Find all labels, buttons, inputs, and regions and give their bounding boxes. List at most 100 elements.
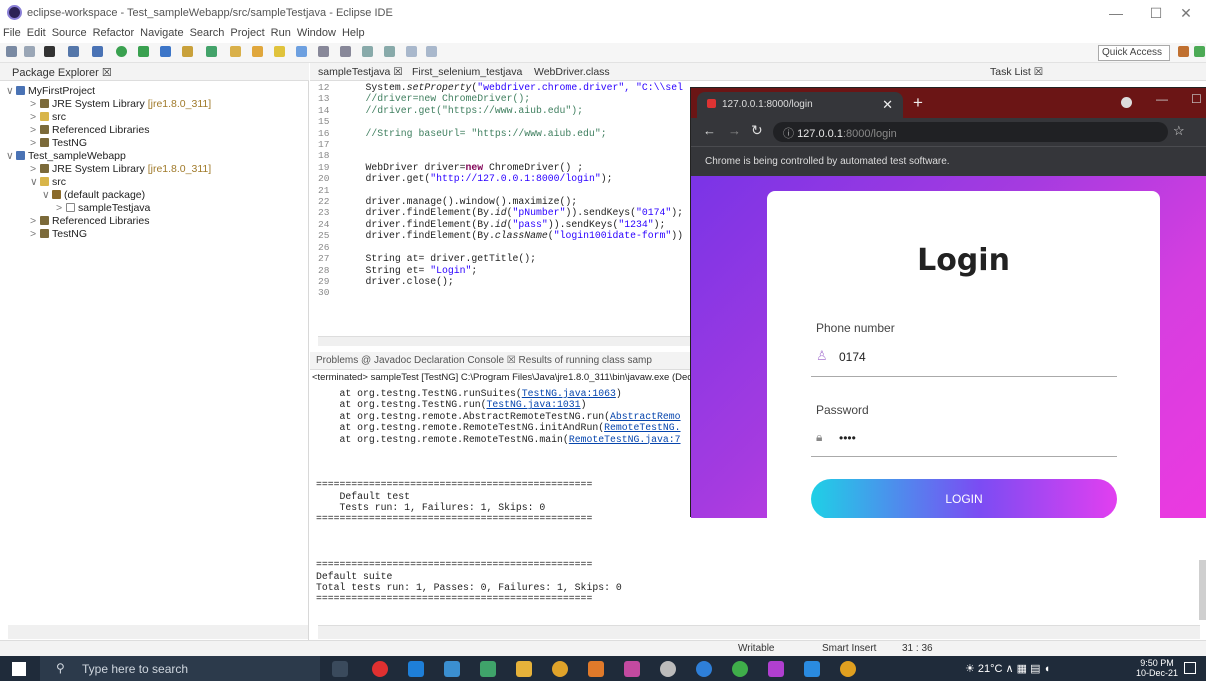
tray-chevron-icon[interactable]: ∧: [1003, 663, 1017, 675]
chrome-icon[interactable]: [732, 661, 748, 677]
forward-arrow-icon[interactable]: →: [728, 123, 741, 138]
start-windows-icon[interactable]: [12, 662, 26, 676]
browser-minimize-button[interactable]: —: [1156, 92, 1168, 106]
volume-icon[interactable]: ◖: [1044, 663, 1051, 675]
url-input[interactable]: ⓘ 127.0.0.1:8000/login: [773, 122, 1168, 142]
close-button[interactable]: ✕: [1166, 2, 1206, 24]
console-tab-bar[interactable]: Problems @ Javadoc Declaration Console ☒…: [310, 352, 692, 370]
tab-sampletestjava[interactable]: sampleTestjava ☒: [318, 66, 403, 78]
tree-item-myfirstproject[interactable]: ∨ MyFirstProject: [6, 85, 95, 97]
menu-window[interactable]: Window: [294, 26, 339, 40]
menu-file[interactable]: File: [0, 26, 24, 40]
package-explorer-title[interactable]: Package Explorer ☒: [12, 66, 112, 79]
menu-source[interactable]: Source: [49, 26, 90, 40]
tab-close-icon[interactable]: ✕: [882, 97, 893, 113]
prev-annotation-icon[interactable]: [384, 46, 395, 57]
new-icon[interactable]: [6, 46, 17, 57]
tree-item-reflibs-1[interactable]: > Referenced Libraries: [30, 124, 149, 136]
vlc-icon[interactable]: [588, 661, 604, 677]
package-icon: [52, 190, 61, 199]
mark-occurrences-icon[interactable]: [296, 46, 307, 57]
system-tray[interactable]: ☀ 21°C ∧ ▦ ▤ ◖: [965, 662, 1050, 675]
next-annotation-icon[interactable]: [362, 46, 373, 57]
menu-edit[interactable]: Edit: [24, 26, 49, 40]
vscode-icon[interactable]: [804, 661, 820, 677]
profile-icon[interactable]: [1121, 97, 1132, 108]
chrome-dev-icon[interactable]: [840, 661, 856, 677]
block-selection-icon[interactable]: [340, 46, 351, 57]
app-icon-2[interactable]: [768, 661, 784, 677]
app-icon-1[interactable]: [480, 661, 496, 677]
external-tools-icon[interactable]: [160, 46, 171, 57]
tab-first-selenium-testjava[interactable]: First_selenium_testjava: [412, 66, 522, 78]
taskbar-clock[interactable]: 9:50 PM 10-Dec-21: [1136, 658, 1178, 678]
chrome-window: 127.0.0.1:8000/login ✕ + — ☐ ← → ↻ ⓘ 127…: [690, 87, 1206, 518]
bookmark-star-icon[interactable]: ☆: [1173, 123, 1185, 139]
info-icon[interactable]: ⓘ: [783, 128, 797, 140]
forward-icon[interactable]: [426, 46, 437, 57]
tree-item-test-samplewebapp[interactable]: ∨ Test_sampleWebapp: [6, 150, 126, 162]
java-perspective-icon[interactable]: [1178, 46, 1189, 57]
editor-horizontal-scrollbar[interactable]: [318, 336, 690, 346]
terminal-icon[interactable]: [68, 46, 79, 57]
menu-search[interactable]: Search: [187, 26, 228, 40]
files-icon[interactable]: [444, 661, 460, 677]
edge-icon[interactable]: [408, 661, 424, 677]
annotation-icon[interactable]: [274, 46, 285, 57]
phone-input[interactable]: 0174: [839, 350, 866, 364]
settings-icon[interactable]: [660, 661, 676, 677]
menu-help[interactable]: Help: [339, 26, 368, 40]
browser-maximize-button[interactable]: ☐: [1191, 92, 1202, 106]
tree-item-jre-2[interactable]: > JRE System Library [jre1.8.0_311]: [30, 163, 211, 175]
quick-access-input[interactable]: Quick Access: [1098, 45, 1170, 61]
run-icon[interactable]: [116, 46, 127, 57]
package-explorer-scrollbar[interactable]: [8, 625, 308, 639]
menu-navigate[interactable]: Navigate: [137, 26, 186, 40]
tree-item-jre-1[interactable]: > JRE System Library [jre1.8.0_311]: [30, 98, 211, 110]
reload-icon[interactable]: ↻: [751, 122, 763, 139]
opera-icon[interactable]: [372, 661, 388, 677]
lock-icon: 🔒︎: [816, 430, 823, 444]
new-package-icon[interactable]: [182, 46, 193, 57]
menu-refactor[interactable]: Refactor: [90, 26, 138, 40]
open-type-icon[interactable]: [230, 46, 241, 57]
notifications-icon[interactable]: [1184, 662, 1196, 674]
tree-item-reflibs-2[interactable]: > Referenced Libraries: [30, 215, 149, 227]
debug-perspective-icon[interactable]: [1194, 46, 1205, 57]
debug-icon[interactable]: [44, 46, 55, 57]
tree-item-sampletestjava[interactable]: > sampleTestjava: [56, 202, 150, 214]
tab-webdriver-class[interactable]: WebDriver.class: [534, 66, 610, 78]
chrome-canary-icon[interactable]: [552, 661, 568, 677]
new-tab-icon[interactable]: +: [913, 93, 923, 113]
page-viewport: Login Phone number ♙ 0174 Password 🔒︎ ••…: [691, 176, 1206, 518]
file-explorer-icon[interactable]: [516, 661, 532, 677]
search-icon[interactable]: [252, 46, 263, 57]
menu-run[interactable]: Run: [268, 26, 294, 40]
new-class-icon[interactable]: [206, 46, 217, 57]
chrome-beta-icon[interactable]: [696, 661, 712, 677]
minimize-button[interactable]: —: [1096, 2, 1136, 24]
tree-item-testng-1[interactable]: > TestNG: [30, 137, 87, 149]
tree-item-testng-2[interactable]: > TestNG: [30, 228, 87, 240]
tree-item-default-package[interactable]: ∨ (default package): [42, 189, 145, 201]
back-icon[interactable]: [406, 46, 417, 57]
skip-breakpoints-icon[interactable]: [92, 46, 103, 57]
slack-icon[interactable]: [624, 661, 640, 677]
console-vertical-scrollbar[interactable]: [1199, 560, 1206, 620]
tree-item-src-1[interactable]: > src: [30, 111, 66, 123]
task-view-icon[interactable]: [332, 661, 348, 677]
code-text[interactable]: System.setProperty("webdriver.chrome.dri…: [342, 82, 692, 336]
menu-project[interactable]: Project: [227, 26, 267, 40]
login-button[interactable]: LOGIN: [811, 479, 1117, 518]
run-coverage-icon[interactable]: [138, 46, 149, 57]
password-input[interactable]: ••••: [839, 431, 856, 445]
tab-task-list[interactable]: Task List ☒: [990, 66, 1043, 78]
taskbar-search-box[interactable]: Type here to search: [40, 656, 320, 681]
browser-tab[interactable]: 127.0.0.1:8000/login ✕: [697, 92, 903, 118]
console-horizontal-scrollbar[interactable]: [318, 625, 1200, 639]
show-whitespace-icon[interactable]: [318, 46, 329, 57]
network-icon[interactable]: ▦ ▤: [1017, 663, 1044, 675]
back-arrow-icon[interactable]: ←: [703, 123, 716, 138]
tree-item-src-2[interactable]: ∨ src: [30, 176, 66, 188]
save-icon[interactable]: [24, 46, 35, 57]
